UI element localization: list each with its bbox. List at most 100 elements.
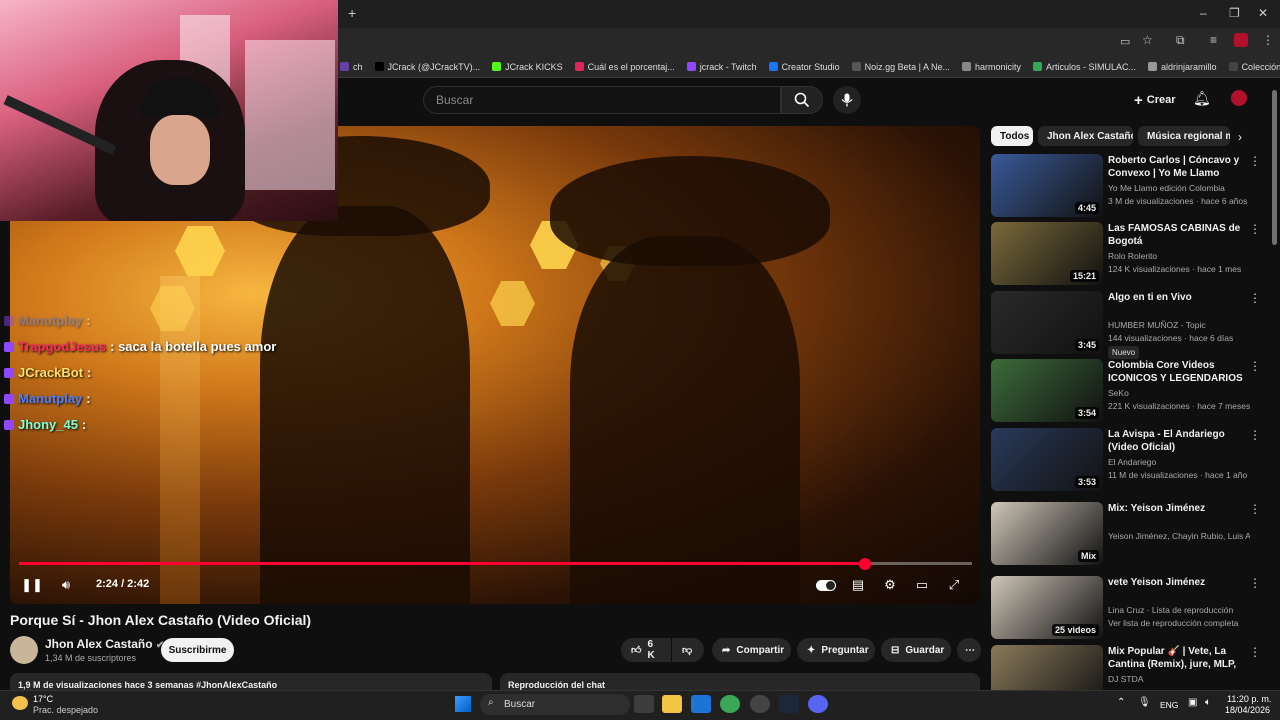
theater-mode-icon[interactable]: ▭ xyxy=(912,576,932,594)
save-button[interactable]: ⊟ Guardar xyxy=(881,638,951,662)
minimize-icon[interactable]: – xyxy=(1200,6,1207,20)
page-scrollbar[interactable] xyxy=(1272,90,1277,245)
outlook-icon[interactable] xyxy=(691,695,711,713)
more-vertical-icon[interactable]: ⋮ xyxy=(1249,502,1261,516)
maximize-icon[interactable]: ❐ xyxy=(1229,6,1240,20)
video-title[interactable]: Las FAMOSAS CABINAS de Bogotá xyxy=(1108,222,1243,248)
bookmark-item[interactable]: JCrack (@JCrackTV)... xyxy=(374,62,480,72)
video-channel[interactable]: SeKo xyxy=(1108,388,1250,398)
video-title[interactable]: Algo en ti en Vivo xyxy=(1108,291,1243,304)
taskbar-search[interactable]: ⌕ Buscar xyxy=(480,694,630,715)
obs-icon[interactable] xyxy=(750,695,770,713)
recommended-video[interactable]: 4:45 Roberto Carlos | Cóncavo y Convexo |… xyxy=(991,154,1261,218)
bookmark-item[interactable]: Noiz.gg Beta | A Ne... xyxy=(851,62,950,72)
video-thumbnail[interactable]: 4:45 xyxy=(991,154,1103,217)
windows-start-icon[interactable] xyxy=(455,696,471,712)
video-channel[interactable]: Rolo Rolerito xyxy=(1108,251,1250,261)
video-title[interactable]: La Avispa - El Andariego (Video Oficial) xyxy=(1108,428,1243,454)
bookmark-item[interactable]: harmonicity xyxy=(961,62,1021,72)
more-vertical-icon[interactable]: ⋮ xyxy=(1249,222,1261,236)
pause-icon[interactable]: ❚❚ xyxy=(21,576,43,594)
recommended-video[interactable]: 3:54 Colombia Core Videos ICONICOS Y LEGE… xyxy=(991,359,1261,423)
clock-time[interactable]: 11:20 p. m. xyxy=(1227,694,1271,704)
reading-list-icon[interactable]: ≡ xyxy=(1210,33,1217,47)
profile-avatar-icon[interactable] xyxy=(1234,33,1248,47)
search-button[interactable] xyxy=(781,86,823,114)
video-thumbnail[interactable]: 3:45 xyxy=(991,291,1103,354)
star-icon[interactable]: ☆ xyxy=(1142,33,1153,47)
chrome-icon[interactable] xyxy=(720,695,740,713)
bookmark-item[interactable]: jcrack - Twitch xyxy=(686,62,757,72)
recommended-video[interactable]: Mix Mix: Yeison Jiménez Yeison Jiménez, Ch… xyxy=(991,502,1261,566)
cast-icon[interactable]: ▭ xyxy=(1120,35,1130,48)
video-thumbnail[interactable]: 3:53 xyxy=(991,428,1103,491)
recommended-video[interactable]: 3:53 La Avispa - El Andariego (Video Ofic… xyxy=(991,428,1261,492)
account-avatar[interactable] xyxy=(1231,90,1247,106)
bookmark-item[interactable]: aldrinjaramillo xyxy=(1148,62,1217,72)
settings-gear-icon[interactable]: ⚙︎ xyxy=(880,576,900,594)
ask-button[interactable]: ✦ Preguntar xyxy=(797,638,875,662)
voice-search-button[interactable] xyxy=(833,86,861,114)
bookmark-item[interactable]: Cuál es el porcentaj... xyxy=(574,62,675,72)
weather-description[interactable]: Prac. despejado xyxy=(33,705,98,715)
like-button[interactable]: 👍︎ 6 K xyxy=(621,638,671,662)
autoplay-toggle[interactable] xyxy=(815,576,837,594)
speaker-icon[interactable]: 🔈︎ xyxy=(1205,697,1211,708)
fullscreen-icon[interactable]: ⤢ xyxy=(944,576,964,594)
bookmark-item[interactable]: JCrack KICKS xyxy=(492,62,563,72)
video-channel[interactable]: DJ STDA xyxy=(1108,674,1250,684)
share-button[interactable]: ➦ Compartir xyxy=(712,638,791,662)
subscribe-button[interactable]: Suscribirme xyxy=(161,638,234,662)
chevron-up-icon[interactable]: ⌃ xyxy=(1117,697,1125,708)
discord-icon[interactable] xyxy=(808,695,828,713)
search-input[interactable]: Buscar xyxy=(423,86,781,114)
video-title[interactable]: Mix: Yeison Jiménez xyxy=(1108,502,1243,515)
video-channel[interactable]: Yeison Jiménez, Chayin Rubio, Luis Alfon… xyxy=(1108,531,1250,541)
more-vertical-icon[interactable]: ⋮ xyxy=(1249,576,1261,590)
video-title[interactable]: Mix Popular 🎸 | Vete, La Cantina (Remix)… xyxy=(1108,645,1243,671)
recommended-video[interactable]: 15:21 Las FAMOSAS CABINAS de Bogotá Rolo R… xyxy=(991,222,1261,286)
channel-avatar[interactable] xyxy=(10,636,38,664)
weather-icon[interactable] xyxy=(12,696,28,710)
microphone-icon[interactable]: 🎙︎ xyxy=(1138,697,1151,708)
network-icon[interactable]: ▣ xyxy=(1188,697,1197,708)
filter-chip[interactable]: Jhon Alex Castaño xyxy=(1038,126,1133,146)
input-language[interactable]: ENG xyxy=(1160,700,1178,710)
bookmark-item[interactable]: ch xyxy=(340,62,363,72)
notifications-bell-icon[interactable]: 🔔︎ xyxy=(1193,90,1211,107)
video-channel[interactable]: Yo Me Llamo edición Colombia xyxy=(1108,183,1250,193)
more-actions-button[interactable]: ⋯ xyxy=(957,638,981,662)
more-vertical-icon[interactable]: ⋮ xyxy=(1249,428,1261,442)
create-button[interactable]: + Crear xyxy=(1124,88,1186,112)
more-vertical-icon[interactable]: ⋮ xyxy=(1249,291,1261,305)
recommended-video[interactable]: 3:45 Algo en ti en Vivo HUMBER MUÑOZ - Top… xyxy=(991,291,1261,359)
extensions-icon[interactable]: ⧉ xyxy=(1176,33,1185,48)
close-icon[interactable]: ✕ xyxy=(1258,6,1268,20)
menu-kebab-icon[interactable]: ⋮ xyxy=(1262,33,1274,47)
recommended-video[interactable]: 25 videos vete Yeison Jiménez Lina Cruz · … xyxy=(991,576,1261,640)
chevron-right-icon[interactable]: › xyxy=(1238,130,1242,144)
filter-chip[interactable]: Todos xyxy=(991,126,1033,146)
bookmark-item[interactable]: Colección de M_blei... xyxy=(1228,62,1280,72)
video-thumbnail[interactable]: 15:21 xyxy=(991,222,1103,285)
more-vertical-icon[interactable]: ⋮ xyxy=(1249,359,1261,373)
video-channel[interactable]: El Andariego xyxy=(1108,457,1250,467)
dislike-button[interactable]: 👎︎ xyxy=(672,638,704,662)
video-thumbnail[interactable]: 25 videos xyxy=(991,576,1103,639)
bookmark-item[interactable]: Articulos - SIMULAC... xyxy=(1033,62,1136,72)
video-title[interactable]: Colombia Core Videos ICONICOS Y LEGENDAR… xyxy=(1108,359,1243,385)
clock-date[interactable]: 18/04/2026 xyxy=(1225,705,1270,715)
weather-temperature[interactable]: 17°C xyxy=(33,694,53,704)
plus-icon[interactable]: + xyxy=(348,5,356,21)
progress-scrubber[interactable] xyxy=(859,558,871,570)
steam-icon[interactable] xyxy=(779,695,799,713)
filter-chip[interactable]: Música regional m xyxy=(1138,126,1230,146)
video-title[interactable]: Roberto Carlos | Cóncavo y Convexo | Yo … xyxy=(1108,154,1243,180)
video-thumbnail[interactable]: 3:54 xyxy=(991,359,1103,422)
more-vertical-icon[interactable]: ⋮ xyxy=(1249,154,1261,168)
video-channel[interactable]: Lina Cruz · Lista de reproducción xyxy=(1108,605,1250,615)
channel-name[interactable]: Jhon Alex Castaño ✔ xyxy=(45,637,164,651)
task-view-icon[interactable] xyxy=(634,695,654,713)
video-channel[interactable]: HUMBER MUÑOZ - Topic xyxy=(1108,320,1250,330)
subtitles-icon[interactable]: ▤ xyxy=(848,576,868,594)
